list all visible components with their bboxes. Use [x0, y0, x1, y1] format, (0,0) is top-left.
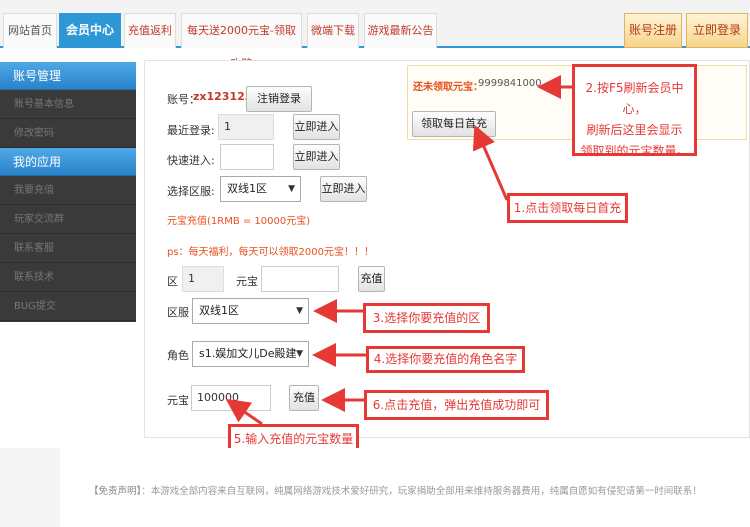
arrow-1: [472, 124, 509, 201]
disclaimer-text: ：本游戏全部内容来自互联网，纯属网络游戏技术爱好研究，玩家捐助全部用来维持服务器…: [141, 486, 702, 497]
footer-disclaimer: 【免责声明】：本游戏全部内容来自互联网，纯属网络游戏技术爱好研究，玩家捐助全部用…: [89, 483, 702, 497]
disclaimer-tag: 【免责声明】: [89, 486, 142, 497]
arrow-5: [225, 398, 263, 426]
